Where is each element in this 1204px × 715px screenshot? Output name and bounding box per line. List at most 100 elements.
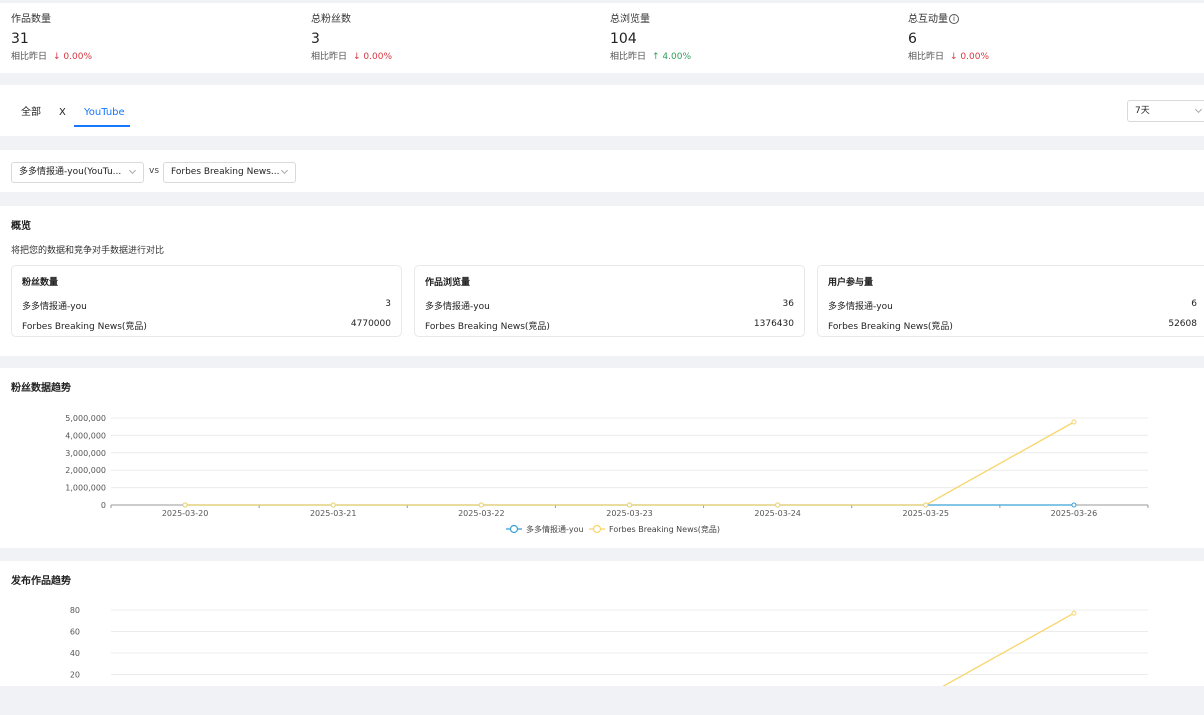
stat-compare-label: 相比昨日 [11, 52, 48, 62]
overview-card: 概览 将把您的数据和竞争对手数据进行对比 粉丝数量 多多情报通-you 3 For… [0, 206, 1204, 356]
y-tick-label: 4,000,000 [65, 431, 106, 440]
row-name: 多多情报通-you [828, 302, 893, 312]
stat-works: 作品数量 31 相比昨日 ↓ 0.00% [11, 13, 92, 64]
fans-trend-title: 粉丝数据趋势 [11, 383, 71, 394]
overview-title: 概览 [11, 221, 31, 232]
row-name: 多多情报通-you [22, 302, 87, 312]
stat-value: 31 [11, 31, 29, 47]
chevron-down-icon [280, 166, 289, 175]
overview-row: 多多情报通-you 6 [828, 299, 1197, 312]
series-line [925, 612, 1075, 697]
legend-label: Forbes Breaking News(竞品) [609, 524, 720, 534]
tab-all[interactable]: 全部 [21, 106, 41, 120]
x-tick-label: 2025-03-26 [1051, 509, 1098, 518]
stats-card: 作品数量 31 相比昨日 ↓ 0.00% 总粉丝数 3 相比昨日 ↓ 0.00% 总… [0, 3, 1204, 73]
y-tick-label: 80 [70, 606, 80, 615]
stat-delta: ↑ 4.00% [652, 52, 692, 62]
stat-value: 104 [610, 31, 637, 47]
stat-compare: 相比昨日 ↑ 4.00% [610, 51, 691, 64]
row-value: 4770000 [350, 319, 391, 329]
stat-compare-label: 相比昨日 [908, 52, 945, 62]
self-account-select[interactable]: 多多情报通-you(YouTu... [11, 162, 144, 183]
data-point [775, 502, 781, 508]
stat-delta: ↓ 0.00% [353, 52, 393, 62]
legend-marker [592, 524, 602, 534]
overview-subtitle: 将把您的数据和竞争对手数据进行对比 [11, 246, 165, 256]
compare-card: 多多情报通-you(YouTu... vs Forbes Breaking Ne… [0, 150, 1204, 192]
stat-compare: 相比昨日 ↓ 0.00% [908, 51, 989, 64]
tab-x[interactable]: X [59, 106, 66, 120]
x-tick-label: 2025-03-24 [754, 509, 801, 518]
overview-row: Forbes Breaking News(竞品) 4770000 [22, 319, 391, 332]
vs-label: vs [149, 166, 160, 176]
stat-interactions: 总互动量 i 6 相比昨日 ↓ 0.00% [908, 13, 989, 64]
row-name: Forbes Breaking News(竞品) [425, 322, 550, 332]
data-point [923, 502, 929, 508]
stat-fans: 总粉丝数 3 相比昨日 ↓ 0.00% [311, 13, 392, 64]
stat-compare-label: 相比昨日 [311, 52, 348, 62]
self-account-value: 多多情报通-you(YouTu... [19, 167, 122, 177]
overview-fans-card: 粉丝数量 多多情报通-you 3 Forbes Breaking News(竞品)… [11, 265, 402, 337]
stat-label: 总浏览量 [610, 14, 650, 25]
series-line [185, 421, 1075, 506]
x-tick-label: 2025-03-20 [162, 509, 209, 518]
stat-value: 6 [908, 31, 917, 47]
works-trend-card: 发布作品趋势 20 40 60 80 [0, 561, 1204, 697]
overview-row: Forbes Breaking News(竞品) 52608 [828, 319, 1197, 332]
legend-marker [509, 524, 519, 534]
period-select[interactable]: 7天 [1127, 100, 1204, 122]
data-point [1071, 419, 1077, 425]
data-point [627, 502, 632, 508]
info-icon[interactable]: i [949, 14, 959, 24]
data-point [330, 502, 336, 508]
stat-compare-label: 相比昨日 [610, 52, 647, 62]
fans-trend-card: 粉丝数据趋势 0 1,000,000 2,000,000 3,000,000 4,000… [0, 368, 1204, 548]
data-point [1071, 610, 1077, 616]
chevron-down-icon [128, 166, 137, 175]
stat-compare: 相比昨日 ↓ 0.00% [311, 51, 392, 64]
legend-label: 多多情报通-you [526, 524, 584, 534]
row-value: 36 [782, 299, 794, 309]
y-tick-label: 5,000,000 [65, 414, 106, 423]
stat-delta: ↓ 0.00% [950, 52, 990, 62]
competitor-value: Forbes Breaking News... [171, 167, 280, 177]
data-point [1071, 502, 1077, 508]
row-value: 1376430 [753, 319, 794, 329]
y-tick-label: 3,000,000 [65, 449, 106, 458]
row-name: 多多情报通-you [425, 302, 490, 312]
tab-youtube[interactable]: YouTube [84, 106, 125, 120]
row-name: Forbes Breaking News(竞品) [828, 322, 953, 332]
works-trend-chart: 20 40 60 80 [70, 606, 1148, 697]
competitor-select[interactable]: Forbes Breaking News... [163, 162, 296, 183]
stat-label: 总互动量 i [908, 13, 989, 27]
y-tick-label: 2,000,000 [65, 466, 106, 475]
active-tab-indicator [74, 125, 130, 127]
stat-delta: ↓ 0.00% [53, 52, 93, 62]
data-point [478, 502, 484, 508]
works-trend-title: 发布作品趋势 [11, 576, 71, 587]
overview-row: 多多情报通-you 3 [22, 299, 391, 312]
row-value: 52608 [1168, 319, 1197, 329]
y-tick-label: 1,000,000 [65, 484, 106, 493]
y-tick-label: 20 [70, 671, 80, 680]
chevron-down-icon [1194, 105, 1203, 114]
overview-engagement-card: 用户参与量 多多情报通-you 6 Forbes Breaking News(竞品… [817, 265, 1204, 337]
data-point [182, 502, 188, 508]
overview-card-title: 作品浏览量 [425, 278, 471, 288]
x-tick-label: 2025-03-21 [310, 509, 357, 518]
x-tick-label: 2025-03-25 [903, 509, 950, 518]
y-tick-label: 60 [70, 628, 80, 637]
overview-card-title: 粉丝数量 [22, 278, 59, 288]
stat-label: 作品数量 [11, 14, 51, 25]
stat-views: 总浏览量 104 相比昨日 ↑ 4.00% [610, 13, 691, 64]
stat-label: 总粉丝数 [311, 14, 351, 25]
y-tick-label: 0 [101, 501, 106, 510]
y-tick-label: 40 [70, 649, 80, 658]
row-value: 6 [1191, 299, 1197, 309]
row-value: 3 [385, 299, 391, 309]
overview-row: 多多情报通-you 36 [425, 299, 794, 312]
overview-row: Forbes Breaking News(竞品) 1376430 [425, 319, 794, 332]
x-tick-label: 2025-03-22 [458, 509, 505, 518]
stat-value: 3 [311, 31, 320, 47]
period-select-value: 7天 [1135, 106, 1150, 116]
